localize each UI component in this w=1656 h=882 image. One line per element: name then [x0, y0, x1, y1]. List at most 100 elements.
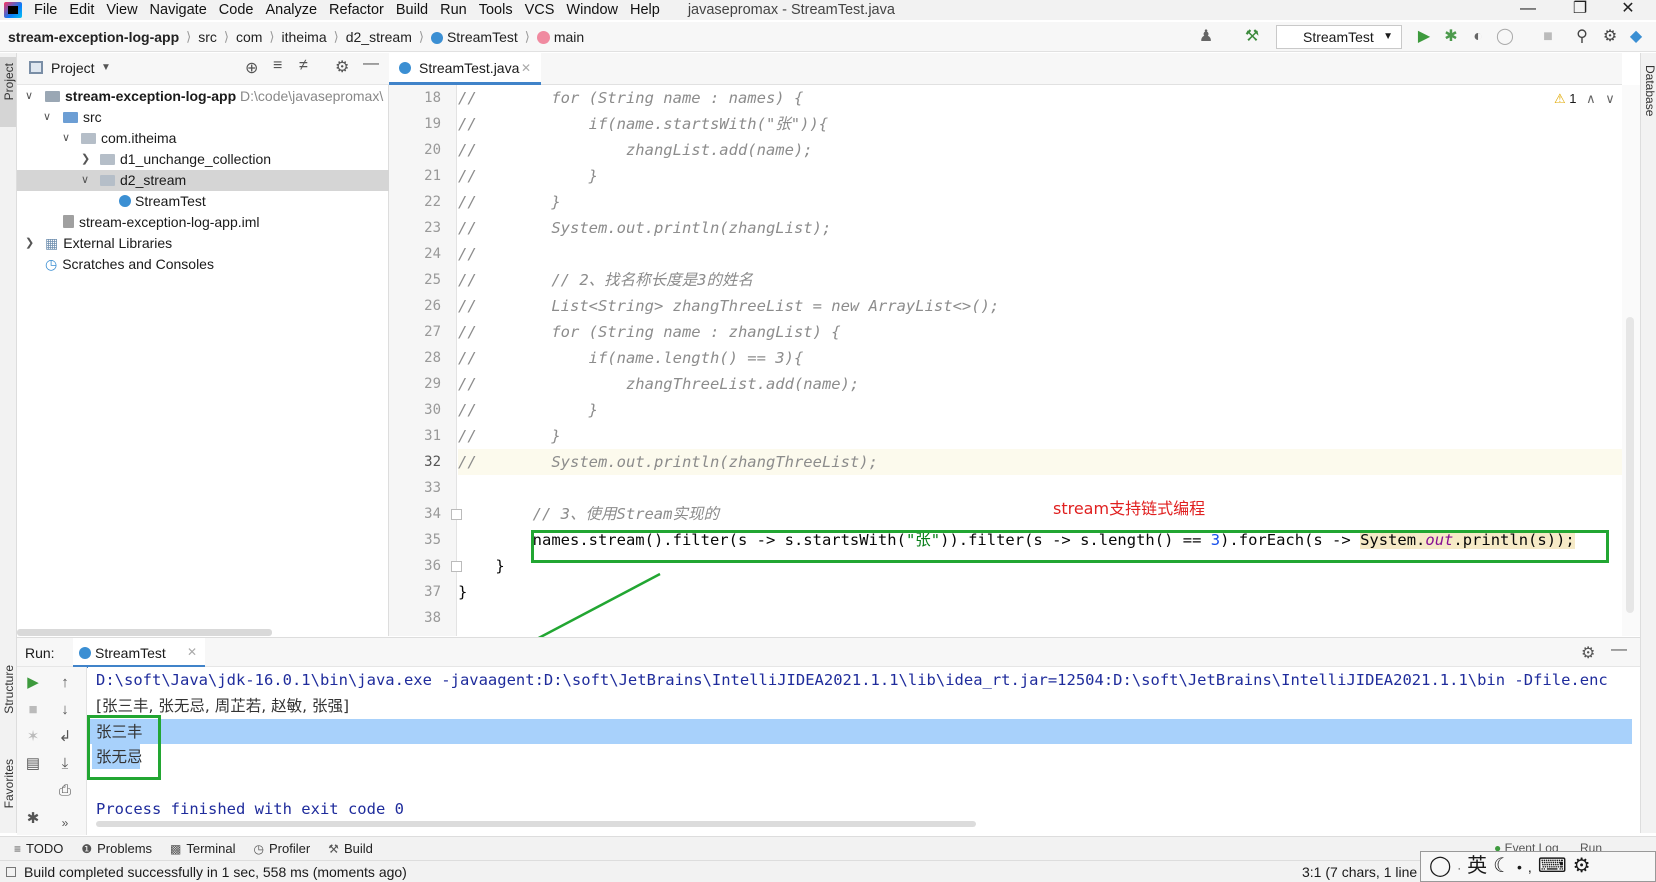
run-configuration-select[interactable]: StreamTest ▼	[1276, 25, 1402, 49]
stop-icon[interactable]: ■	[23, 700, 43, 720]
editor-vertical-scrollbar[interactable]	[1622, 85, 1640, 636]
tree-item-src[interactable]: ∨ src	[17, 107, 389, 128]
hide-panel-icon[interactable]: —	[363, 55, 379, 73]
menu-build[interactable]: Build	[390, 0, 434, 20]
tree-item-streamtest[interactable]: StreamTest	[17, 191, 389, 212]
tree-item-external-libraries[interactable]: ❯ ▦ External Libraries	[17, 233, 389, 254]
console-output[interactable]: D:\soft\Java\jdk-16.0.1\bin\java.exe -ja…	[88, 667, 1640, 835]
tree-item-module[interactable]: ∨ stream-exception-log-app D:\code\javas…	[17, 86, 389, 107]
tree-item-scratches[interactable]: ◷ Scratches and Consoles	[17, 254, 389, 275]
warning-indicator[interactable]: ⚠ 1 ∧ ∨	[1554, 91, 1615, 107]
layout-icon[interactable]: ▤	[23, 754, 43, 774]
chevron-right-icon[interactable]: ❯	[25, 233, 34, 254]
fold-marker-icon[interactable]	[451, 561, 462, 572]
rerun-icon[interactable]: ▶	[23, 673, 43, 693]
ime-toolbar[interactable]: ◯·英☾•,⌨⚙	[1420, 851, 1656, 882]
ime-punct-icon[interactable]: •,	[1517, 859, 1538, 875]
chevron-down-icon[interactable]: ▼	[101, 62, 111, 73]
menu-vcs[interactable]: VCS	[519, 0, 561, 20]
profile-icon[interactable]: ◯	[1495, 27, 1515, 47]
user-icon[interactable]: ♟	[1196, 27, 1216, 47]
chevron-down-icon[interactable]: ∨	[81, 170, 89, 191]
tool-profiler[interactable]: ◷ Profiler	[254, 841, 311, 856]
pin-icon[interactable]: ✱	[23, 809, 43, 829]
menu-refactor[interactable]: Refactor	[323, 0, 390, 20]
tab-streamtest-java[interactable]: StreamTest.java ✕	[389, 53, 541, 85]
close-tab-icon[interactable]: ✕	[187, 645, 197, 659]
hide-panel-icon[interactable]: —	[1611, 641, 1627, 659]
tree-item-iml[interactable]: stream-exception-log-app.iml	[17, 212, 389, 233]
caret-position[interactable]: 3:1 (7 chars, 1 line	[1302, 861, 1417, 882]
print-icon[interactable]: ⎙	[55, 781, 75, 801]
close-tab-icon[interactable]: ✕	[521, 53, 531, 83]
dump-threads-icon[interactable]: ✶	[23, 727, 43, 747]
arrow-down-icon[interactable]: ↓	[55, 700, 75, 720]
fold-marker-icon[interactable]	[451, 509, 462, 520]
breadcrumb-com[interactable]: com	[236, 29, 262, 45]
database-stripe-label[interactable]: Database	[1643, 65, 1656, 116]
keyboard-icon[interactable]: ⌨	[1538, 855, 1573, 877]
locate-icon[interactable]: ⊕	[245, 58, 258, 78]
restore-icon[interactable]: ❐	[1560, 0, 1600, 20]
gear-icon[interactable]: ⚙	[1600, 27, 1620, 47]
more-icon[interactable]: »	[55, 813, 75, 833]
chevron-down-icon[interactable]: ∨	[43, 107, 51, 128]
coverage-icon[interactable]: ◐	[1468, 27, 1488, 47]
search-icon[interactable]: ⚲	[1572, 27, 1592, 47]
tool-terminal[interactable]: ▩ Terminal	[170, 841, 235, 856]
build-hammer-icon[interactable]: ⚒	[1242, 27, 1262, 47]
project-stripe-label[interactable]: Project	[2, 63, 16, 100]
tree-item-d1-unchange-collection[interactable]: ❯ d1_unchange_collection	[17, 149, 389, 170]
chevron-down-icon[interactable]: ∨	[25, 86, 33, 107]
gear-icon[interactable]: ⚙	[1581, 643, 1595, 663]
menu-tools[interactable]: Tools	[473, 0, 519, 20]
menu-analyze[interactable]: Analyze	[259, 0, 323, 20]
menu-help[interactable]: Help	[624, 0, 666, 20]
structure-stripe-label[interactable]: Structure	[2, 665, 16, 714]
menu-run[interactable]: Run	[434, 0, 473, 20]
breadcrumb-project[interactable]: stream-exception-log-app	[8, 29, 179, 45]
run-tab[interactable]: StreamTest ✕	[73, 638, 205, 668]
console-horizontal-scrollbar[interactable]	[96, 821, 976, 827]
soft-wrap-icon[interactable]: ↲	[55, 727, 75, 747]
menu-edit[interactable]: Edit	[63, 0, 100, 20]
expand-all-icon[interactable]: ≡	[273, 57, 282, 75]
ime-language[interactable]: 英	[1467, 855, 1493, 877]
breadcrumb-itheima[interactable]: itheima	[282, 29, 327, 45]
tree-item-d2-stream[interactable]: ∨ d2_stream	[17, 170, 389, 191]
breadcrumb-streamtest[interactable]: StreamTest	[447, 29, 518, 45]
tool-problems[interactable]: ❶ Problems	[81, 841, 152, 856]
ime-moon-icon[interactable]: ☾	[1493, 855, 1517, 877]
close-icon[interactable]: ✕	[1608, 0, 1648, 20]
menu-file[interactable]: File	[28, 0, 63, 20]
menu-view[interactable]: View	[100, 0, 143, 20]
collapse-all-icon[interactable]: ≠	[299, 57, 308, 75]
menu-window[interactable]: Window	[560, 0, 624, 20]
tool-build[interactable]: ⚒ Build	[328, 841, 373, 856]
plugin-icon[interactable]: ◆	[1626, 27, 1646, 47]
chevron-down-icon[interactable]: ∨	[1605, 91, 1615, 106]
horizontal-scrollbar[interactable]	[17, 629, 272, 636]
scroll-to-end-icon[interactable]: ⤓	[55, 754, 75, 774]
stop-icon[interactable]: ■	[1538, 27, 1558, 47]
project-panel-title[interactable]: Project	[51, 60, 95, 76]
favorites-stripe-label[interactable]: Favorites	[2, 759, 16, 808]
arrow-up-icon[interactable]: ↑	[55, 673, 75, 693]
breadcrumb-main[interactable]: main	[554, 29, 584, 45]
minimize-icon[interactable]: —	[1508, 0, 1548, 20]
run-icon[interactable]: ▶	[1414, 27, 1434, 47]
scrollbar-thumb[interactable]	[1626, 317, 1634, 613]
breadcrumb-src[interactable]: src	[198, 29, 217, 45]
toggle-tool-windows-icon[interactable]	[6, 867, 16, 877]
chevron-up-icon[interactable]: ∧	[1586, 91, 1596, 106]
chevron-down-icon[interactable]: ∨	[62, 128, 70, 149]
breadcrumb-d2-stream[interactable]: d2_stream	[346, 29, 412, 45]
debug-icon[interactable]: ✱	[1441, 27, 1461, 47]
tree-item-com-itheima[interactable]: ∨ com.itheima	[17, 128, 389, 149]
menu-navigate[interactable]: Navigate	[144, 0, 213, 20]
gear-icon[interactable]: ⚙	[1573, 855, 1597, 877]
gear-icon[interactable]: ⚙	[335, 57, 349, 77]
menu-code[interactable]: Code	[213, 0, 260, 20]
chevron-right-icon[interactable]: ❯	[81, 149, 90, 170]
tool-todo[interactable]: ≡ TODO	[14, 841, 63, 856]
